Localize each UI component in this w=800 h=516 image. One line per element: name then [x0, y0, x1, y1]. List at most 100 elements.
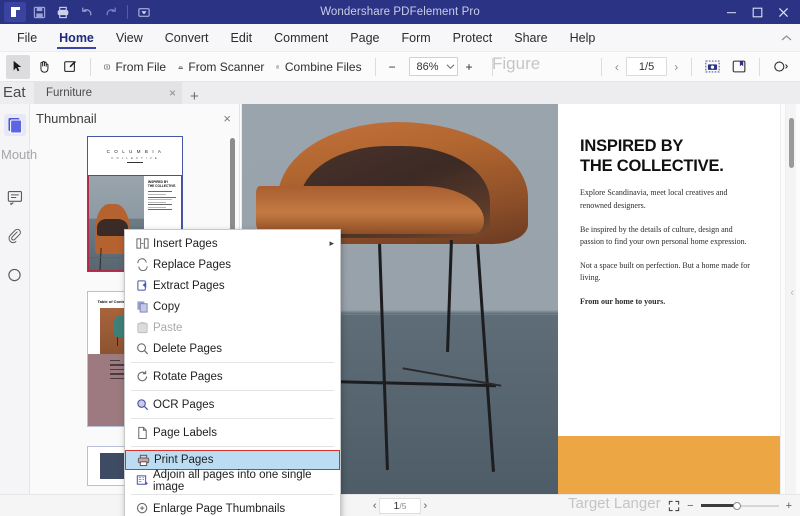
close-icon[interactable]: ×	[169, 86, 176, 100]
previous-page-button[interactable]: ‹	[610, 60, 624, 74]
quick-access-toolbar	[0, 2, 155, 22]
minimize-button[interactable]	[718, 0, 744, 24]
thumbnail-panel-title: Thumbnail	[36, 111, 97, 126]
thumbnail-panel-icon[interactable]	[4, 114, 26, 136]
attachment-panel-icon[interactable]	[4, 225, 26, 247]
menu-item-file[interactable]: File	[6, 24, 48, 51]
menu-item-form[interactable]: Form	[390, 24, 441, 51]
customize-dropdown-icon[interactable]	[133, 2, 155, 22]
page-number-input[interactable]: 1 /5	[626, 57, 667, 76]
status-page-input[interactable]: 1 /5	[379, 498, 422, 514]
chevron-up-icon[interactable]	[773, 24, 800, 51]
comment-panel-icon[interactable]	[4, 186, 26, 208]
menu-item-protect[interactable]: Protect	[442, 24, 504, 51]
status-bar: ‹ 1 /5 › − +	[0, 494, 800, 516]
page-title-line1: INSPIRED BY	[580, 137, 683, 155]
from-scanner-label: From Scanner	[188, 60, 264, 74]
menu-item-view[interactable]: View	[105, 24, 154, 51]
page-paragraph: Be inspired by the details of culture, d…	[580, 224, 756, 249]
zoom-out-button[interactable]: −	[383, 55, 407, 79]
title-bar: Wondershare PDFelement Pro	[0, 0, 800, 24]
context-menu-separator	[131, 494, 334, 495]
context-menu-item-print-pages[interactable]: Print Pages	[125, 450, 340, 470]
maximize-button[interactable]	[744, 0, 770, 24]
page-title-line2: THE COLLECTIVE.	[580, 157, 724, 175]
from-file-label: From File	[115, 60, 166, 74]
window-controls	[718, 0, 800, 24]
combine-files-button[interactable]: Combine Files	[271, 55, 366, 79]
from-scanner-button[interactable]: From Scanner	[173, 55, 269, 79]
toolbar-divider	[127, 5, 128, 19]
context-menu-item-extract-pages[interactable]: Extract Pages	[125, 275, 340, 296]
page-paragraph: Not a space built on perfection. But a h…	[580, 260, 756, 285]
menu-item-edit[interactable]: Edit	[220, 24, 264, 51]
next-page-button[interactable]: ›	[423, 500, 427, 512]
chevron-down-icon	[446, 63, 455, 70]
toolbar-divider	[601, 58, 602, 76]
document-tab-label: Furniture	[46, 87, 92, 99]
edit-tool-button[interactable]	[58, 55, 82, 79]
close-button[interactable]	[770, 0, 796, 24]
replace-pages-icon	[131, 258, 153, 271]
hand-tool-button[interactable]	[32, 55, 56, 79]
snapshot-icon[interactable]	[700, 55, 725, 79]
select-tool-button[interactable]	[6, 55, 30, 79]
undo-icon[interactable]	[76, 2, 98, 22]
page-paragraph: From our home to yours.	[580, 296, 756, 309]
annotation-panel-icon[interactable]	[4, 264, 26, 286]
zoom-level-value: 86%	[416, 61, 442, 73]
new-tab-button[interactable]: +	[182, 89, 207, 104]
scrollbar-thumb[interactable]	[789, 118, 794, 168]
context-menu-item-rotate-pages[interactable]: Rotate Pages	[125, 366, 340, 387]
context-menu-item-adjoin-pages[interactable]: Adjoin all pages into one single image	[125, 470, 340, 491]
thumb-brand-sub: C O L L E C T I V E	[111, 156, 158, 160]
page-context-menu[interactable]: Insert Pages ▸ Replace Pages Extract Pag…	[124, 229, 341, 516]
document-icon[interactable]	[4, 2, 26, 22]
context-menu-item-copy[interactable]: Copy	[125, 296, 340, 317]
menu-item-home[interactable]: Home	[48, 24, 105, 51]
context-menu-label: Page Labels	[153, 427, 334, 439]
zoom-slider[interactable]	[701, 500, 779, 512]
context-menu-item-insert-pages[interactable]: Insert Pages ▸	[125, 233, 340, 254]
copy-icon	[131, 300, 153, 313]
menu-item-convert[interactable]: Convert	[154, 24, 220, 51]
document-tab-furniture[interactable]: Furniture ×	[34, 82, 182, 104]
main-body: Thumbnail × C O L U M B I A C O L L E C …	[0, 104, 800, 494]
rotate-pages-icon	[131, 370, 153, 383]
page-title: INSPIRED BY THE COLLECTIVE.	[580, 136, 756, 176]
menu-item-share[interactable]: Share	[503, 24, 558, 51]
print-icon[interactable]	[52, 2, 74, 22]
menu-item-comment[interactable]: Comment	[263, 24, 339, 51]
bookmark-icon[interactable]	[727, 55, 751, 79]
context-menu-label: Extract Pages	[153, 280, 334, 292]
zoom-in-icon	[131, 502, 153, 515]
context-menu-item-delete-pages[interactable]: Delete Pages	[125, 338, 340, 359]
menu-item-page[interactable]: Page	[339, 24, 390, 51]
context-menu-label: Delete Pages	[153, 343, 334, 355]
context-menu-label: Copy	[153, 301, 334, 313]
context-menu-item-ocr-pages[interactable]: OCR Pages	[125, 394, 340, 415]
search-icon[interactable]	[768, 55, 794, 79]
context-menu-label: Print Pages	[154, 454, 333, 466]
viewer-nav-arrow[interactable]: ‹	[790, 287, 794, 299]
next-page-button[interactable]: ›	[669, 60, 683, 74]
combine-files-label: Combine Files	[285, 60, 362, 74]
context-menu-label: Insert Pages	[153, 238, 329, 250]
zoom-in-button[interactable]: +	[460, 55, 484, 79]
toolbar-divider	[492, 58, 493, 76]
save-icon[interactable]	[28, 2, 50, 22]
status-page-nav: ‹ 1 /5 ›	[0, 498, 800, 514]
context-menu-item-replace-pages[interactable]: Replace Pages	[125, 254, 340, 275]
close-icon[interactable]: ×	[223, 111, 231, 126]
redo-icon[interactable]	[100, 2, 122, 22]
paste-icon	[131, 321, 153, 334]
toolbar-divider	[90, 58, 91, 76]
from-file-button[interactable]: From File	[99, 55, 171, 79]
context-menu-item-enlarge-thumbnails[interactable]: Enlarge Page Thumbnails	[125, 498, 340, 516]
zoom-level-select[interactable]: 86%	[409, 57, 458, 76]
previous-page-button[interactable]: ‹	[373, 500, 377, 512]
context-menu-item-page-labels[interactable]: Page Labels	[125, 422, 340, 443]
menu-item-help[interactable]: Help	[559, 24, 607, 51]
slider-knob[interactable]	[733, 502, 741, 510]
page-total-value: /5	[645, 61, 654, 73]
